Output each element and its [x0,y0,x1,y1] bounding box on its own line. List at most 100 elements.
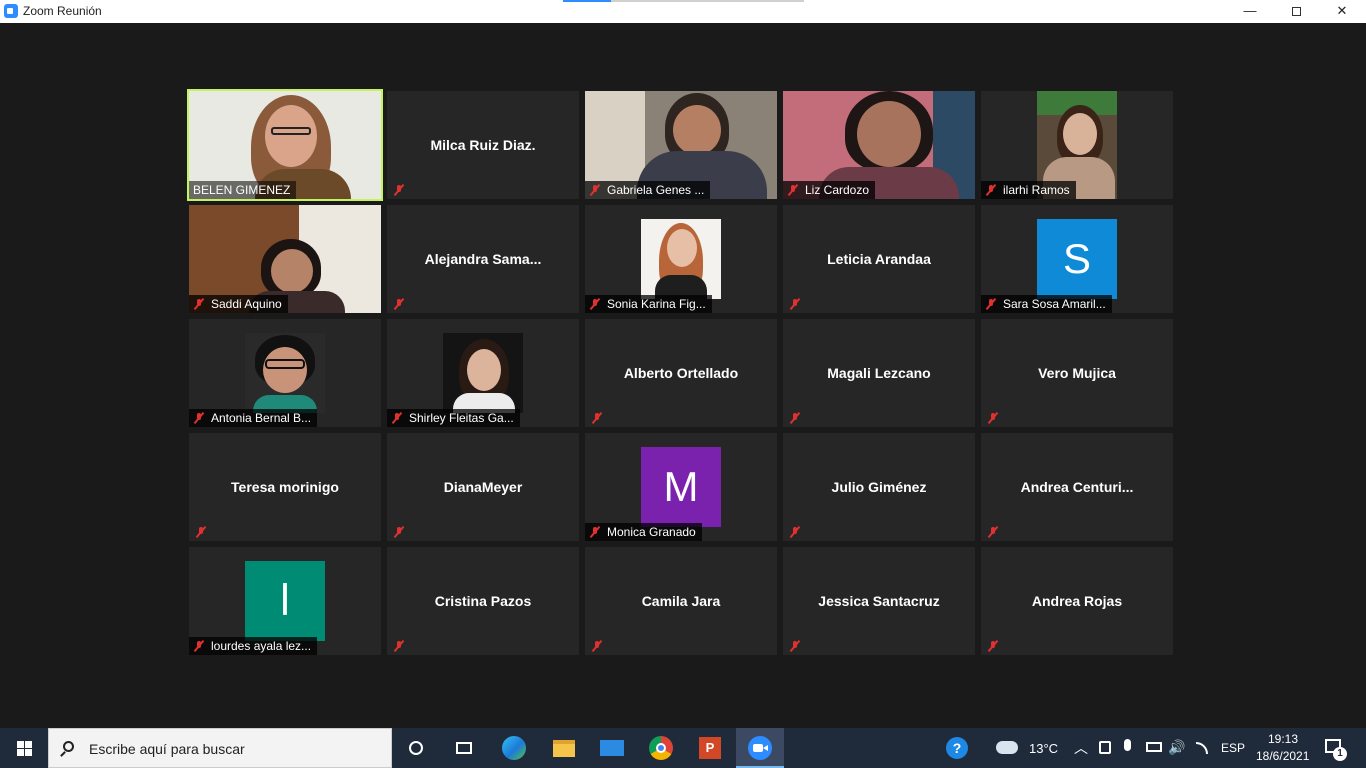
wifi-icon[interactable] [1196,742,1208,754]
muted-mic-icon [589,298,601,310]
chrome-button[interactable] [637,728,685,768]
show-hidden-icons-chevron-icon[interactable]: ︿ [1074,738,1088,758]
window-title: Zoom Reunión [23,4,102,18]
participant-video [641,219,721,299]
taskbar-search-box[interactable]: Escribe aquí para buscar [48,728,392,768]
title-bar-accent [563,0,611,2]
participant-tile[interactable]: Julio Giménez [783,433,975,541]
maximize-button[interactable] [1273,0,1319,23]
participant-tile[interactable]: Gabriela Genes ... [585,91,777,199]
windows-logo-icon [25,741,32,748]
microphone-icon[interactable] [1124,739,1131,751]
participant-tile[interactable]: Saddi Aquino [189,205,381,313]
participant-tile[interactable]: Vero Mujica [981,319,1173,427]
task-view-button[interactable] [440,728,488,768]
participant-tile[interactable]: Liz Cardozo [783,91,975,199]
input-language[interactable]: ESP [1221,741,1245,755]
participant-tile[interactable]: S Sara Sosa Amaril... [981,205,1173,313]
title-bar-divider [611,0,804,2]
participant-video [245,333,325,413]
participant-tile[interactable]: Shirley Fleitas Ga... [387,319,579,427]
participant-tile[interactable]: Milca Ruiz Diaz. [387,91,579,199]
muted-mic-icon [195,526,207,538]
participant-tile[interactable]: Alberto Ortellado [585,319,777,427]
file-explorer-button[interactable] [540,728,588,768]
participant-tile[interactable]: Antonia Bernal B... [189,319,381,427]
cloud-weather-icon[interactable] [996,741,1018,754]
participant-name: DianaMeyer [443,479,523,495]
muted-mic-icon [789,298,801,310]
participant-name: Andrea Rojas [1031,593,1123,609]
participant-name: Leticia Arandaa [827,251,931,267]
participant-name: Alejandra Sama... [424,251,542,267]
participant-name-label: Gabriela Genes ... [585,181,711,199]
muted-mic-icon [193,412,205,424]
participant-tile[interactable]: BELEN GIMENEZ [187,89,383,201]
muted-mic-icon [787,184,799,196]
participant-name-label: Saddi Aquino [189,295,288,313]
mail-button[interactable] [588,728,636,768]
clock-date[interactable]: 18/6/2021 [1256,749,1309,763]
edge-button[interactable] [490,728,538,768]
participant-tile[interactable]: Teresa morinigo [189,433,381,541]
participant-name: Shirley Fleitas Ga... [409,411,514,425]
windows-taskbar: Escribe aquí para buscar P ? 13°C ︿ 🔊 ES… [0,728,1366,768]
participant-name: Antonia Bernal B... [211,411,312,425]
minimize-button[interactable]: — [1227,0,1273,23]
window-title-bar: Zoom Reunión — ✕ [0,0,1366,23]
participant-tile[interactable]: Sonia Karina Fig... [585,205,777,313]
weather-temperature[interactable]: 13°C [1029,741,1058,756]
participant-name: Milca Ruiz Diaz. [430,137,536,153]
muted-mic-icon [393,640,405,652]
clock-time[interactable]: 19:13 [1268,732,1298,746]
participant-tile[interactable]: l lourdes ayala lez... [189,547,381,655]
participant-name: Camila Jara [641,593,721,609]
participant-name-label: Monica Granado [585,523,702,541]
participant-name: Sara Sosa Amaril... [1003,297,1106,311]
participant-name: Cristina Pazos [434,593,532,609]
muted-mic-icon [987,412,999,424]
participant-name: BELEN GIMENEZ [193,183,291,197]
participant-tile[interactable]: Camila Jara [585,547,777,655]
close-button[interactable]: ✕ [1319,0,1365,23]
edge-icon [502,736,526,760]
participant-name: Jessica Santacruz [818,593,940,609]
participant-tile[interactable]: Leticia Arandaa [783,205,975,313]
participant-name: Gabriela Genes ... [607,183,705,197]
start-button[interactable] [0,728,48,768]
participant-tile[interactable]: Andrea Rojas [981,547,1173,655]
participant-tile[interactable]: ilarhi Ramos [981,91,1173,199]
participant-name-label: lourdes ayala lez... [189,637,318,655]
muted-mic-icon [391,412,403,424]
zoom-icon [748,736,772,760]
participant-tile[interactable]: DianaMeyer [387,433,579,541]
zoom-taskbar-button[interactable] [736,728,784,768]
participant-name: Saddi Aquino [211,297,282,311]
muted-mic-icon [589,526,601,538]
participant-name: Andrea Centuri... [1020,479,1134,495]
participant-tile[interactable]: Andrea Centuri... [981,433,1173,541]
participant-tile[interactable]: M Monica Granado [585,433,777,541]
windows-logo-icon [17,749,24,756]
cortana-button[interactable] [392,728,440,768]
participant-name: Teresa morinigo [231,479,339,495]
muted-mic-icon [789,526,801,538]
participant-avatar: l [245,561,325,641]
participant-name: Magali Lezcano [827,365,931,381]
folder-icon [553,739,575,757]
volume-icon[interactable]: 🔊 [1168,739,1185,756]
participant-video [443,333,523,413]
muted-mic-icon [985,298,997,310]
participant-tile[interactable]: Cristina Pazos [387,547,579,655]
participant-tile[interactable]: Magali Lezcano [783,319,975,427]
meet-now-icon[interactable] [1099,741,1111,754]
help-icon[interactable]: ? [946,737,968,759]
task-view-icon [456,742,472,754]
participant-avatar: M [641,447,721,527]
muted-mic-icon [393,184,405,196]
participant-name: Alberto Ortellado [623,365,739,381]
battery-icon[interactable] [1146,742,1162,752]
participant-tile[interactable]: Jessica Santacruz [783,547,975,655]
participant-tile[interactable]: Alejandra Sama... [387,205,579,313]
powerpoint-button[interactable]: P [686,728,734,768]
